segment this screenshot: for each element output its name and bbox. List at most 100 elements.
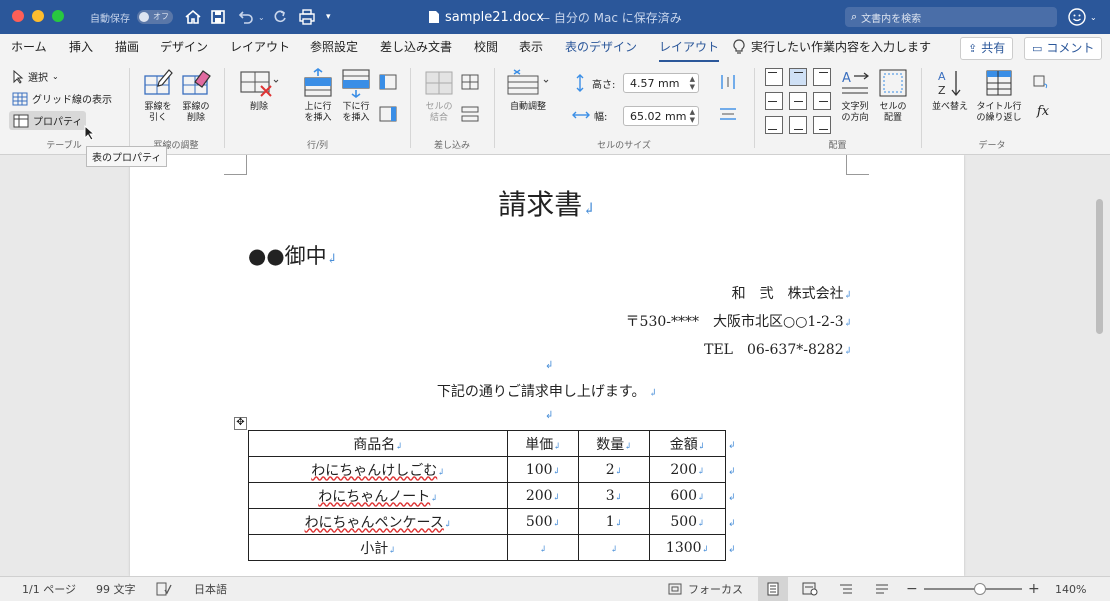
tab-review[interactable]: 校閲 — [474, 34, 498, 60]
table-properties-button[interactable]: プロパティ — [9, 111, 87, 130]
width-stepper-icon[interactable]: ▲ ▼ — [690, 108, 695, 124]
table-cell[interactable]: 200↲ — [507, 482, 579, 509]
repeat-header-rows-button[interactable]: タイトル行 の繰り返し — [974, 68, 1024, 124]
table-cell[interactable]: 500↲ — [649, 508, 726, 535]
print-layout-view-icon[interactable] — [758, 577, 788, 601]
table-header-cell[interactable]: 数量↲ — [578, 430, 650, 457]
zoom-slider[interactable] — [924, 577, 1022, 601]
align-middle-right-icon[interactable] — [813, 92, 831, 110]
zoom-out-button[interactable]: − — [906, 577, 918, 601]
delete-button[interactable]: 削除 — [237, 68, 281, 113]
align-top-center-icon[interactable] — [789, 68, 807, 86]
table-cell[interactable]: 1300↲ — [649, 534, 726, 561]
table-cell[interactable]: ↲ — [578, 534, 650, 561]
tab-design[interactable]: デザイン — [160, 34, 208, 60]
table-cell[interactable]: わにちゃんけしごむ↲ — [248, 456, 508, 483]
sort-button[interactable]: AZ 並べ替え — [930, 68, 970, 113]
language[interactable]: 日本語 — [194, 577, 227, 601]
align-bottom-right-icon[interactable] — [813, 116, 831, 134]
table-cell[interactable]: 600↲ — [649, 482, 726, 509]
customize-toolbar-icon[interactable]: ▾ — [326, 0, 331, 34]
focus-mode-button[interactable]: フォーカス — [668, 577, 743, 601]
share-button[interactable]: ⇪ 共有 — [960, 37, 1014, 60]
tell-me-box[interactable]: 実行したい作業内容を入力します — [733, 34, 931, 60]
proofing-icon[interactable] — [156, 577, 172, 601]
insert-row-above-button[interactable]: 上に行 を挿入 — [300, 68, 336, 124]
tab-view[interactable]: 表示 — [519, 34, 543, 60]
page-count[interactable]: 1/1 ページ — [22, 577, 76, 601]
table-header-cell[interactable]: 商品名↲ — [248, 430, 508, 457]
tab-page-layout[interactable]: レイアウト — [230, 34, 290, 60]
split-cells-button[interactable] — [461, 74, 479, 94]
intro-line[interactable]: 下記の通りご請求申し上げます。 ↲ — [130, 381, 964, 401]
table-header-cell[interactable]: 単価↲ — [507, 430, 579, 457]
align-middle-center-icon[interactable] — [789, 92, 807, 110]
row-height-input[interactable]: 4.57 mm ▲ ▼ — [623, 73, 699, 93]
document-page[interactable]: 請求書↲ ●●御中↲ 和 弐 株式会社↲ 〒530-**** 大阪市北区○○1-… — [130, 155, 964, 576]
save-icon[interactable] — [210, 0, 226, 34]
undo-icon[interactable] — [236, 0, 254, 34]
align-bottom-left-icon[interactable] — [765, 116, 783, 134]
table-cell[interactable]: 3↲ — [578, 482, 650, 509]
distribute-rows-button[interactable] — [719, 106, 737, 126]
convert-to-text-button[interactable] — [1032, 74, 1050, 94]
minimize-window-button[interactable] — [32, 10, 44, 22]
text-direction-button[interactable]: A 文字列 の方向 — [837, 68, 873, 124]
align-bottom-center-icon[interactable] — [789, 116, 807, 134]
align-top-left-icon[interactable] — [765, 68, 783, 86]
insert-row-below-button[interactable]: 下に行 を挿入 — [338, 68, 374, 124]
table-cell[interactable]: 2↲ — [578, 456, 650, 483]
draft-view-icon[interactable] — [874, 577, 890, 601]
close-window-button[interactable] — [12, 10, 24, 22]
formula-button[interactable]: fx — [1032, 105, 1054, 118]
home-icon[interactable] — [184, 0, 202, 34]
invoice-title-line[interactable]: 請求書↲ — [130, 183, 964, 223]
draw-table-button[interactable]: 罫線を 引く — [140, 68, 176, 124]
table-cell[interactable]: 1↲ — [578, 508, 650, 535]
tab-table-layout[interactable]: レイアウト — [659, 34, 720, 62]
table-cell[interactable]: 200↲ — [649, 456, 726, 483]
tab-home[interactable]: ホーム — [11, 34, 47, 60]
web-layout-view-icon[interactable] — [802, 577, 818, 601]
table-cell[interactable]: わにちゃんノート↲ — [248, 482, 508, 509]
align-top-right-icon[interactable] — [813, 68, 831, 86]
outline-view-icon[interactable] — [838, 577, 854, 601]
merge-cells-button[interactable]: セルの 結合 — [421, 68, 457, 124]
show-gridlines-button[interactable]: グリッド線の表示 — [12, 91, 112, 106]
zoom-slider-thumb[interactable] — [974, 583, 986, 595]
tab-mailings[interactable]: 差し込み文書 — [380, 34, 452, 60]
addressee-line[interactable]: ●●御中↲ — [248, 240, 338, 270]
vertical-scrollbar[interactable] — [1096, 199, 1103, 334]
word-count[interactable]: 99 文字 — [96, 577, 136, 601]
autofit-button[interactable]: 自動調整 — [505, 68, 551, 113]
eraser-button[interactable]: 罫線の 削除 — [178, 68, 214, 124]
invoice-table[interactable]: 商品名↲ 単価↲ 数量↲ 金額↲ わにちゃんけしごむ↲ 100↲ 2↲ 200↲… — [248, 430, 726, 561]
align-middle-left-icon[interactable] — [765, 92, 783, 110]
undo-dropdown-icon[interactable]: ⌄ — [258, 0, 265, 34]
table-header-cell[interactable]: 金額↲ — [649, 430, 726, 457]
insert-column-right-button[interactable] — [379, 106, 397, 126]
tab-draw[interactable]: 描画 — [115, 34, 139, 60]
zoom-level[interactable]: 140% — [1055, 577, 1086, 601]
user-account-icon[interactable] — [1068, 0, 1086, 34]
document-area[interactable]: 請求書↲ ●●御中↲ 和 弐 株式会社↲ 〒530-**** 大阪市北区○○1-… — [0, 155, 1110, 576]
sender-block[interactable]: 和 弐 株式会社↲ 〒530-**** 大阪市北区○○1-2-3↲ TEL 06… — [626, 281, 852, 365]
comments-button[interactable]: ▭ コメント — [1024, 37, 1103, 60]
tab-table-design[interactable]: 表のデザイン — [565, 34, 637, 60]
column-width-input[interactable]: 65.02 mm ▲ ▼ — [623, 106, 699, 126]
distribute-columns-button[interactable] — [719, 74, 737, 94]
table-cell[interactable]: 500↲ — [507, 508, 579, 535]
table-cell[interactable]: ↲ — [507, 534, 579, 561]
cell-margins-button[interactable]: セルの 配置 — [875, 68, 911, 124]
account-dropdown-icon[interactable]: ⌄ — [1090, 0, 1097, 34]
height-stepper-icon[interactable]: ▲ ▼ — [690, 75, 695, 91]
table-cell[interactable]: わにちゃんペンケース↲ — [248, 508, 508, 535]
tab-references[interactable]: 参照設定 — [310, 34, 358, 60]
zoom-window-button[interactable] — [52, 10, 64, 22]
tab-insert[interactable]: 挿入 — [69, 34, 93, 60]
table-move-handle-icon[interactable]: ✥ — [234, 417, 247, 430]
search-box[interactable]: ⌕ 文書内を検索 — [845, 0, 1057, 34]
autosave-toggle[interactable]: オフ — [137, 0, 173, 34]
print-icon[interactable] — [298, 0, 316, 34]
table-cell[interactable]: 100↲ — [507, 456, 579, 483]
